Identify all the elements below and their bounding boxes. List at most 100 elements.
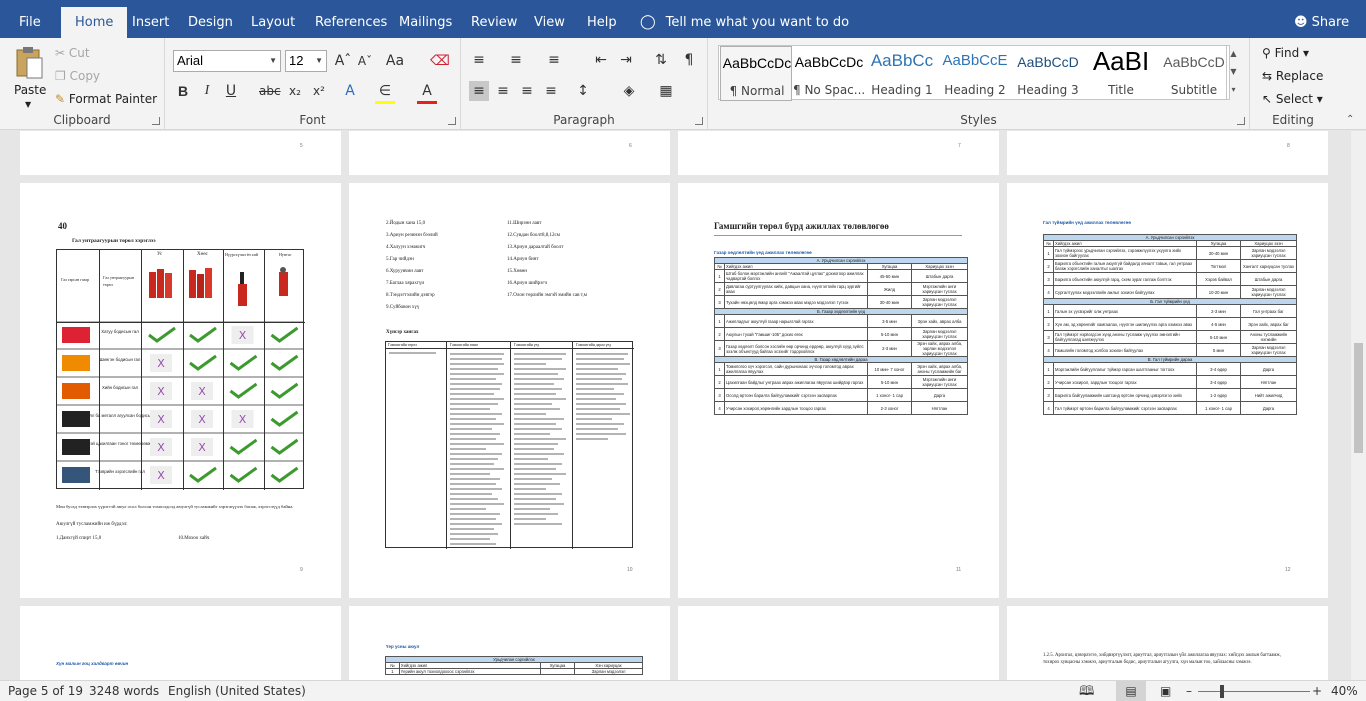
paragraph-group: ≡ ≡ ≡ ⇤ ⇥ ⇅ ¶ ≡ ≡ ≡ ≡ ↕ ◈ ▦ Paragraph [461, 38, 708, 130]
paragraph-launcher[interactable] [695, 117, 703, 125]
table-cell: Дарга [1240, 362, 1297, 376]
paste-button[interactable]: Paste ▼ [10, 44, 50, 109]
web-layout-icon[interactable]: ▣ [1160, 681, 1171, 701]
table-cell: Хэрэв байвал [1196, 272, 1241, 286]
lightbulb-icon: ◯ [640, 14, 656, 30]
check-icon [189, 466, 217, 483]
vertical-scrollbar[interactable] [1351, 131, 1366, 680]
table-row: 3 Осолд өртсөн барилга байгууламжийг сэрг… [714, 388, 968, 402]
increase-indent-icon[interactable]: ⇥ [616, 50, 636, 70]
find-button[interactable]: ⚲ Find ▾ [1262, 44, 1309, 62]
table-cell: Зарлан мэдээлэл хариуцсан туслах [911, 327, 968, 341]
scissors-icon: ✂ [55, 46, 66, 60]
styles-gallery: AaBbCcDc ¶ Normal AaBbCcDc ¶ No Spac... Aa… [718, 45, 1230, 101]
cross-icon: X [198, 385, 206, 398]
cross-icon: X [198, 413, 206, 426]
word-count[interactable]: 3248 words [89, 681, 159, 701]
kit-list-item: 2.Йодын хана 15,0 [386, 221, 426, 226]
section-subtitle: Газар хөдлөлтийн үед ажиллах төлөвлөгөө [714, 250, 812, 255]
zoom-in-button[interactable]: + [1312, 681, 1322, 701]
show-marks-icon[interactable]: ¶ [679, 50, 699, 70]
zoom-out-button[interactable]: – [1186, 681, 1192, 701]
style-heading-1[interactable]: AaBbCc Heading 1 [866, 46, 938, 101]
italic-icon[interactable]: I [197, 81, 217, 101]
read-mode-icon[interactable]: 🕮 [1079, 681, 1094, 701]
sort-icon[interactable]: ⇅ [651, 50, 671, 70]
table-row: 1 Штаб болон мэргэжлийн ангийг "Ажаалтай … [714, 269, 968, 283]
line-spacing-icon[interactable]: ↕ [573, 81, 593, 101]
language-indicator[interactable]: English (United States) [168, 681, 306, 701]
change-case-icon[interactable]: Aa [385, 51, 405, 71]
align-right-icon[interactable]: ≡ [517, 81, 537, 101]
font-launcher[interactable] [448, 117, 456, 125]
format-painter-button[interactable]: ✎ Format Painter [55, 90, 157, 108]
collapse-ribbon-icon[interactable]: ⌃ [1346, 114, 1354, 125]
replace-button[interactable]: ⇆ Replace [1262, 67, 1323, 85]
document-area[interactable]: 5 6 7 8 40 Гал унтраагуурын төрөл хэрэгл… [0, 131, 1351, 680]
styles-launcher[interactable] [1237, 117, 1245, 125]
borders-icon[interactable]: ▦ [656, 81, 676, 101]
style-heading-3[interactable]: AaBbCcD Heading 3 [1012, 46, 1084, 101]
font-size-field[interactable]: 12 ▼ [285, 50, 327, 72]
style-title[interactable]: AaBI Title [1085, 46, 1157, 101]
table-row: 4 Гал түймэрт өртсөн барилга байгууламжий… [1043, 401, 1297, 415]
styles-scroll[interactable]: ▲ ▼ ▾ [1226, 45, 1240, 100]
menu-mailings[interactable]: Mailings [399, 0, 452, 38]
page-5: 5 [20, 131, 341, 175]
menu-home[interactable]: Home [61, 7, 128, 38]
table-row: 1 Галын эх үүсвэрийг олж унтраах 2-3 мин Га… [1043, 304, 1297, 318]
tell-me-box[interactable]: ◯ Tell me what you want to do [640, 0, 849, 38]
table-cell: 3-5 мин [867, 314, 912, 328]
table-cell: Мэргэжлийн байгууллагыг түймэр гарсан ша… [1053, 362, 1197, 376]
table-row: 2 Аюулын тухай "Гамшиг-105" дохио өгөх 5-1… [714, 327, 968, 341]
menu-layout[interactable]: Layout [251, 0, 295, 38]
table-cell: 2 [714, 327, 725, 341]
style-normal[interactable]: AaBbCcDc ¶ Normal [720, 46, 792, 101]
cut-button[interactable]: ✂ Cut [55, 44, 90, 62]
kit-list-item: 9.Суйбовон хүү [386, 305, 420, 310]
superscript-icon[interactable]: x² [309, 81, 329, 101]
align-left-icon[interactable]: ≡ [469, 81, 489, 101]
zoom-level[interactable]: 40% [1331, 681, 1358, 701]
print-layout-icon[interactable]: ▤ [1116, 681, 1146, 701]
font-color-icon[interactable]: A [417, 81, 437, 104]
justify-icon[interactable]: ≡ [541, 81, 561, 101]
shrink-font-icon[interactable]: Aˇ [355, 51, 375, 71]
subscript-icon[interactable]: x₂ [285, 81, 305, 101]
text-effects-icon[interactable]: A [340, 81, 360, 101]
table-cell: 1 [1043, 246, 1054, 260]
style-no-spacing[interactable]: AaBbCcDc ¶ No Spac... [793, 46, 865, 101]
menu-view[interactable]: View [534, 0, 565, 38]
zoom-slider-thumb[interactable] [1220, 685, 1224, 698]
underline-icon[interactable]: U [221, 81, 241, 101]
strikethrough-icon[interactable]: abc [259, 81, 281, 101]
shading-icon[interactable]: ◈ [619, 81, 639, 101]
grow-font-icon[interactable]: Aˆ [333, 51, 353, 71]
font-name-field[interactable]: Arial ▼ [173, 50, 281, 72]
menu-insert[interactable]: Insert [132, 0, 169, 38]
decrease-indent-icon[interactable]: ⇤ [591, 50, 611, 70]
menu-references[interactable]: References [315, 0, 387, 38]
page-number: 11 [956, 567, 962, 573]
menu-file[interactable]: File [19, 0, 41, 38]
align-center-icon[interactable]: ≡ [493, 81, 513, 101]
multilevel-list-icon[interactable]: ≡ [544, 50, 564, 70]
menu-review[interactable]: Review [471, 0, 517, 38]
bold-icon[interactable]: B [173, 81, 193, 101]
page-count[interactable]: Page 5 of 19 [8, 681, 83, 701]
numbering-icon[interactable]: ≡ [506, 50, 526, 70]
select-button[interactable]: ↖ Select ▾ [1262, 90, 1323, 108]
highlight-icon[interactable]: ∈ [375, 81, 395, 104]
share-button[interactable]: ☻ Share [1294, 0, 1349, 38]
copy-button[interactable]: ❐ Copy [55, 67, 100, 85]
check-icon [270, 466, 299, 483]
menu-help[interactable]: Help [587, 0, 617, 38]
bullets-icon[interactable]: ≡ [469, 50, 489, 70]
style-subtitle[interactable]: AaBbCcD Subtitle [1158, 46, 1230, 101]
scrollbar-thumb[interactable] [1354, 343, 1363, 453]
menu-design[interactable]: Design [188, 0, 233, 38]
clipboard-launcher[interactable] [152, 117, 160, 125]
clear-formatting-icon[interactable]: ⌫ [430, 51, 450, 71]
zoom-slider[interactable] [1198, 691, 1310, 692]
style-heading-2[interactable]: AaBbCcE Heading 2 [939, 46, 1011, 101]
